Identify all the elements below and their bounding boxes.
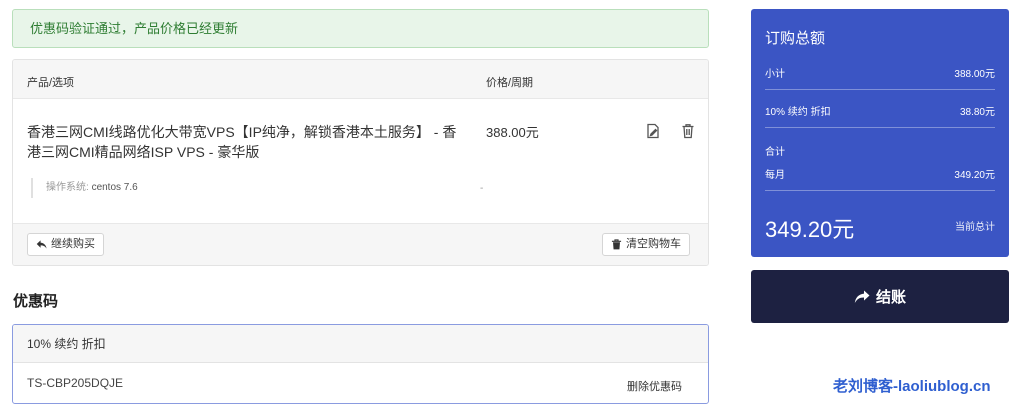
- item-option: 操作系统: centos 7.6: [31, 178, 138, 198]
- checkout-button[interactable]: 结账: [751, 270, 1009, 323]
- promo-success-alert: 优惠码验证通过，产品价格已经更新: [12, 9, 709, 48]
- promo-code: TS-CBP205DQJE: [27, 376, 124, 390]
- total-value: 349.20元: [765, 217, 855, 242]
- reply-icon: [36, 240, 47, 249]
- column-product: 产品/选项: [27, 77, 75, 89]
- cart-table: 产品/选项 价格/周期 香港三网CMI线路优化大带宽VPS【IP纯净，解锁香港本…: [12, 59, 709, 266]
- empty-cart-button[interactable]: 清空购物车: [602, 233, 690, 256]
- alert-message: 优惠码验证通过，产品价格已经更新: [30, 21, 239, 36]
- cycle-value: 349.20元: [954, 170, 995, 181]
- subtotal-label: 小计: [765, 69, 785, 80]
- column-price: 价格/周期: [486, 77, 534, 89]
- cart-footer: 继续购买 清空购物车: [13, 223, 708, 265]
- cycle-label: 每月: [765, 170, 785, 181]
- promo-box: 10% 续约 折扣 TS-CBP205DQJE 删除优惠码: [12, 324, 709, 404]
- cycle-row: 每月 349.20元: [765, 166, 995, 181]
- remove-promo-button[interactable]: 删除优惠码: [627, 378, 682, 394]
- share-arrow-icon: [854, 290, 870, 303]
- continue-shopping-button[interactable]: 继续购买: [27, 233, 104, 256]
- item-name: 香港三网CMI线路优化大带宽VPS【IP纯净，解锁香港本土服务】 - 香港三网C…: [27, 124, 457, 160]
- checkout-label: 结账: [875, 289, 906, 306]
- cart-item: 香港三网CMI线路优化大带宽VPS【IP纯净，解锁香港本土服务】 - 香港三网C…: [13, 99, 708, 225]
- discount-label: 10% 续约 折扣: [765, 107, 831, 118]
- item-price: 388.00元: [486, 125, 539, 140]
- summary-divider: [765, 127, 995, 128]
- watermark: 老刘博客-laoliublog.cn: [833, 378, 991, 395]
- promo-code-row: TS-CBP205DQJE 删除优惠码: [13, 363, 708, 403]
- option-label: 操作系统:: [46, 182, 89, 193]
- continue-shopping-label: 继续购买: [51, 238, 95, 250]
- summary-divider: [765, 89, 995, 90]
- option-value: centos 7.6: [91, 182, 138, 193]
- trash-icon[interactable]: [681, 123, 695, 139]
- order-summary: 订购总额 小计 388.00元 10% 续约 折扣 38.80元 合计 每月 3…: [751, 9, 1009, 257]
- summary-title: 订购总额: [765, 30, 826, 47]
- trash-icon: [611, 239, 622, 250]
- discount-value: 38.80元: [959, 107, 995, 118]
- edit-icon[interactable]: [646, 123, 660, 139]
- subtotal-row: 小计 388.00元: [765, 65, 995, 80]
- discount-row: 10% 续约 折扣 38.80元: [765, 103, 995, 118]
- cart-table-header: 产品/选项 价格/周期: [13, 60, 708, 99]
- option-price: -: [480, 183, 484, 194]
- empty-cart-label: 清空购物车: [626, 238, 681, 250]
- promo-section-title: 优惠码: [13, 293, 59, 310]
- subtotal-value: 388.00元: [954, 69, 995, 80]
- promo-description: 10% 续约 折扣: [13, 325, 708, 363]
- total-caption: 当前总计: [955, 222, 995, 233]
- total-section-text: 合计: [765, 147, 785, 158]
- summary-divider: [765, 190, 995, 191]
- total-section-label: 合计: [765, 143, 995, 158]
